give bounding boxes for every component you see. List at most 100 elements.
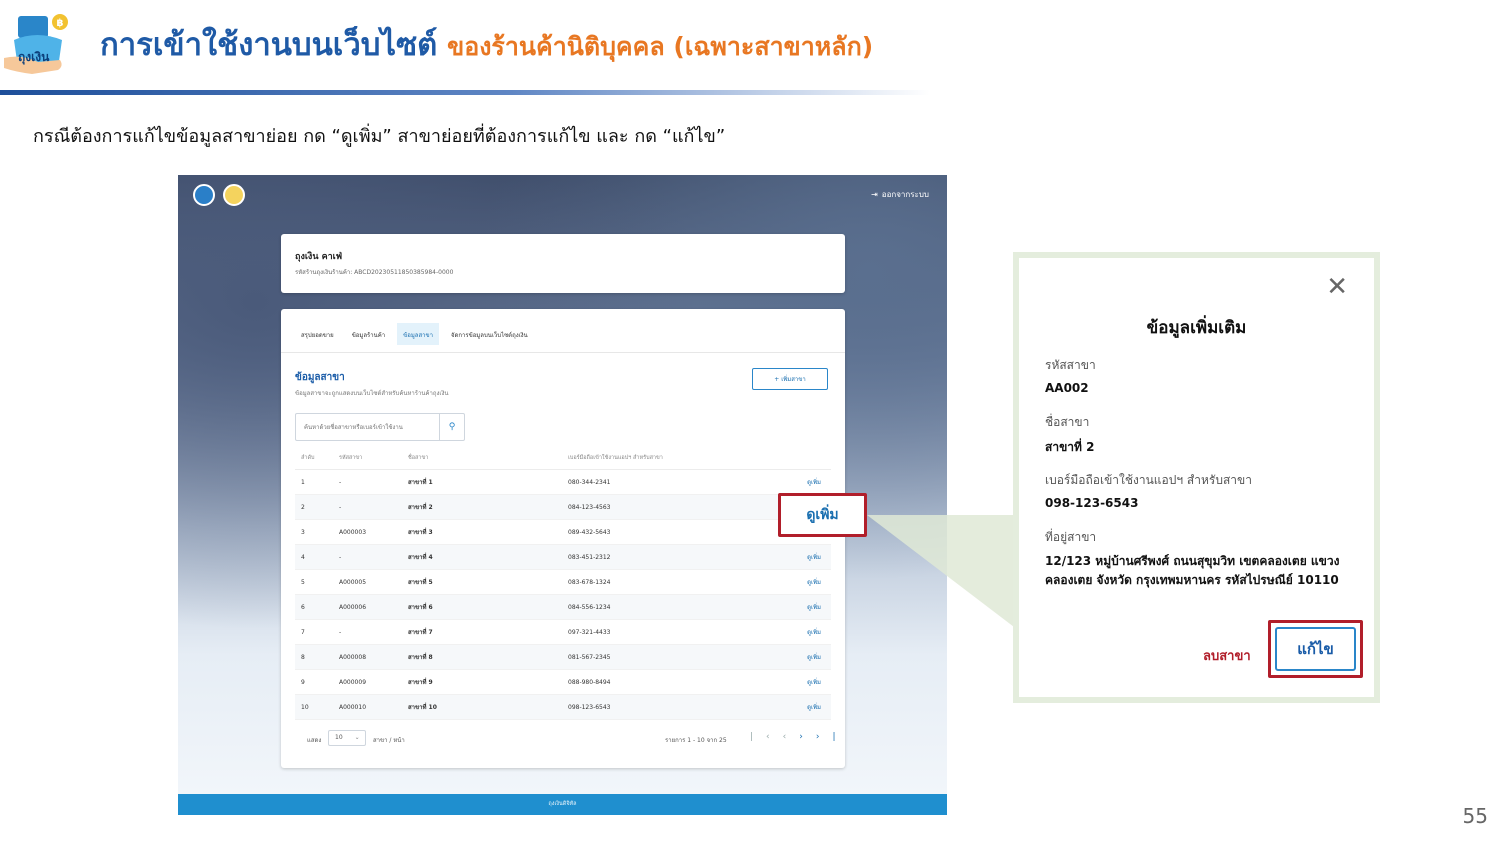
row-branch-code: - (333, 494, 402, 520)
row-phone: 084-556-1234 (562, 594, 762, 620)
row-view-more-link[interactable]: ดูเพิ่ม (762, 469, 831, 495)
row-index: 4 (295, 544, 333, 570)
header-action (762, 447, 831, 470)
krungthai-logo-icon (193, 184, 215, 206)
row-view-more-link[interactable]: ดูเพิ่ม (762, 694, 831, 720)
tab-bar: สรุปยอดขาย ข้อมูลร้านค้า ข้อมูลสาขา จัดก… (295, 323, 534, 345)
row-index: 1 (295, 469, 333, 495)
tabs-divider (281, 352, 845, 353)
row-view-more-link[interactable]: ดูเพิ่ม (762, 644, 831, 670)
row-branch-code: - (333, 544, 402, 570)
slide-title: การเข้าใช้งานบนเว็บไซต์ ของร้านค้านิติบุ… (100, 22, 873, 70)
table-row: 4- สาขาที่ 4 083-451-2312 ดูเพิ่ม (295, 544, 831, 570)
view-more-highlight[interactable]: ดูเพิ่ม (778, 493, 867, 537)
search-input[interactable] (296, 414, 440, 440)
branch-table: ลำดับ รหัสสาขา ชื่อสาขา เบอร์มือถือเข้าใ… (295, 447, 831, 720)
store-name: ถุงเงิน คาเฟ่ (295, 252, 343, 262)
row-branch-name: สาขาที่ 8 (402, 644, 562, 670)
first-page-icon[interactable]: |‹ (750, 732, 783, 742)
last-page-icon[interactable]: ›| (816, 732, 849, 742)
row-branch-name: สาขาที่ 7 (402, 619, 562, 645)
close-icon[interactable]: ✕ (1326, 274, 1348, 300)
modal-frame: ✕ ข้อมูลเพิ่มเติม รหัสสาขา AA002 ชื่อสาข… (1013, 252, 1380, 703)
tab-store-info[interactable]: ข้อมูลร้านค้า (346, 323, 391, 345)
page-size-unit: สาขา / หน้า (373, 737, 405, 744)
view-more-callout: ดูเพิ่ม (806, 507, 839, 523)
next-page-icon[interactable]: › (799, 732, 816, 742)
row-branch-code: A000008 (333, 644, 402, 670)
table-row: 8 A000008 สาขาที่ 8 081-567-2345 ดูเพิ่ม (295, 644, 831, 670)
slide-title-main: การเข้าใช้งานบนเว็บไซต์ (100, 27, 438, 63)
row-branch-name: สาขาที่ 6 (402, 594, 562, 620)
table-row: 6 A000006 สาขาที่ 6 084-556-1234 ดูเพิ่ม (295, 594, 831, 620)
search-box: ⚲ (295, 413, 465, 441)
page-range: รายการ 1 - 10 จาก 25 (665, 737, 727, 744)
row-phone: 097-321-4433 (562, 619, 762, 645)
row-phone: 083-678-1324 (562, 569, 762, 595)
row-branch-code: - (333, 619, 402, 645)
svg-text:฿: ฿ (57, 18, 64, 29)
row-branch-name: สาขาที่ 5 (402, 569, 562, 595)
thungngern-small-logo-icon (223, 184, 245, 206)
row-phone: 080-344-2341 (562, 469, 762, 495)
row-index: 10 (295, 694, 333, 720)
row-index: 3 (295, 519, 333, 545)
table-row: 7- สาขาที่ 7 097-321-4433 ดูเพิ่ม (295, 619, 831, 645)
add-branch-button[interactable]: + เพิ่มสาขา (752, 368, 828, 390)
row-index: 2 (295, 494, 333, 520)
title-divider (0, 90, 930, 95)
prev-page-icon[interactable]: ‹ (783, 732, 800, 742)
branch-name-value: สาขาที่ 2 (1045, 440, 1095, 454)
header-index: ลำดับ (295, 447, 333, 470)
page-size-value: 10 (335, 734, 343, 741)
branch-code-value: AA002 (1045, 381, 1089, 395)
branch-card: สรุปยอดขาย ข้อมูลร้านค้า ข้อมูลสาขา จัดก… (281, 309, 845, 768)
page-number: 55 (1462, 804, 1488, 828)
row-view-more-link[interactable]: ดูเพิ่ม (762, 544, 831, 570)
row-branch-name: สาขาที่ 1 (402, 469, 562, 495)
logout-button[interactable]: ⇥ ออกจากระบบ (871, 188, 933, 201)
delete-branch-button[interactable]: ลบสาขา (1203, 645, 1251, 666)
row-view-more-link[interactable]: ดูเพิ่ม (762, 669, 831, 695)
table-header-row: ลำดับ รหัสสาขา ชื่อสาขา เบอร์มือถือเข้าใ… (295, 447, 831, 470)
logout-icon: ⇥ (871, 190, 878, 199)
row-index: 6 (295, 594, 333, 620)
page-nav: |‹‹››| (750, 732, 849, 742)
branch-address-label: ที่อยู่สาขา (1045, 530, 1097, 544)
search-icon[interactable]: ⚲ (439, 414, 464, 440)
row-branch-code: A000003 (333, 519, 402, 545)
slide-title-sub: ของร้านค้านิติบุคคล (เฉพาะสาขาหลัก) (447, 32, 874, 61)
store-card: ถุงเงิน คาเฟ่ รหัสร้านถุงเงินร้านค้า: AB… (281, 234, 845, 293)
table-row: 9 A000009 สาขาที่ 9 088-980-8494 ดูเพิ่ม (295, 669, 831, 695)
page-size-label: แสดง (307, 737, 322, 744)
row-phone: 084-123-4563 (562, 494, 762, 520)
row-branch-code: A000009 (333, 669, 402, 695)
logo-text: ถุงเงิน (18, 50, 50, 64)
tab-branch-info[interactable]: ข้อมูลสาขา (397, 323, 439, 345)
edit-highlight: แก้ไข (1268, 620, 1363, 678)
tab-website-manage[interactable]: จัดการข้อมูลบนเว็บไซต์ถุงเงิน (445, 323, 534, 345)
section-description: ข้อมูลสาขาจะถูกแสดงบนเว็บไซต์สำหรับค้นหา… (295, 390, 449, 397)
branch-phone-value: 098-123-6543 (1045, 496, 1139, 510)
row-view-more-link[interactable]: ดูเพิ่ม (762, 594, 831, 620)
row-view-more-link[interactable]: ดูเพิ่ม (762, 569, 831, 595)
section-title: ข้อมูลสาขา (295, 372, 345, 383)
branch-phone-label: เบอร์มือถือเข้าใช้งานแอปฯ สำหรับสาขา (1045, 473, 1252, 487)
instruction-text: กรณีต้องการแก้ไขข้อมูลสาขาย่อย กด “ดูเพิ… (33, 126, 726, 147)
row-view-more-link[interactable]: ดูเพิ่ม (762, 619, 831, 645)
row-phone: 083-451-2312 (562, 544, 762, 570)
table-row: 3A000003สาขาที่ 3089-432-5643ดูเพิ่ม (295, 519, 831, 545)
header-code: รหัสสาขา (333, 447, 402, 470)
row-branch-code: A000006 (333, 594, 402, 620)
row-phone: 098-123-6543 (562, 694, 762, 720)
edit-branch-button[interactable]: แก้ไข (1275, 627, 1356, 671)
branch-detail-modal: ✕ ข้อมูลเพิ่มเติม รหัสสาขา AA002 ชื่อสาข… (1019, 258, 1374, 697)
row-branch-name: สาขาที่ 10 (402, 694, 562, 720)
row-branch-code: A000005 (333, 569, 402, 595)
chevron-down-icon: ⌄ (354, 734, 360, 741)
row-index: 8 (295, 644, 333, 670)
page-size-select[interactable]: 10 ⌄ (328, 730, 366, 746)
tab-sales-summary[interactable]: สรุปยอดขาย (295, 323, 340, 345)
row-phone: 089-432-5643 (562, 519, 762, 545)
table-row: 10 A000010 สาขาที่ 10 098-123-6543 ดูเพิ่ม (295, 694, 831, 720)
